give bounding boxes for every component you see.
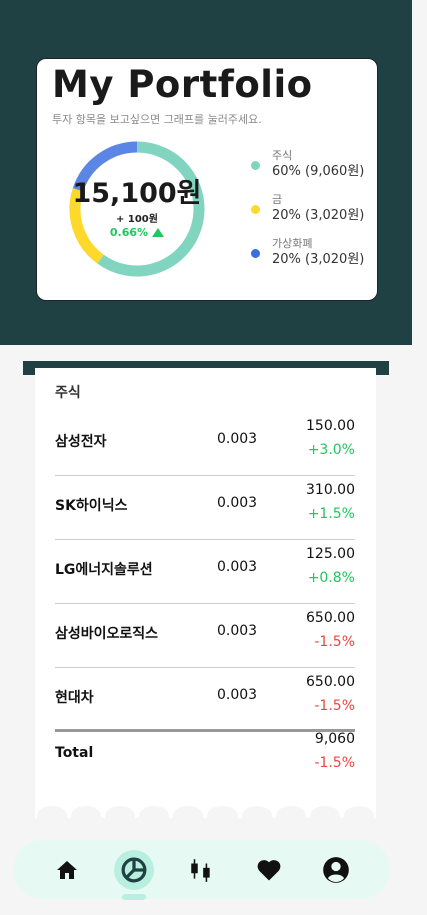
nav-favorites[interactable] [249,850,289,890]
pie-chart-icon [121,857,147,882]
legend-item-gold[interactable]: 금 20% (3,020원) [251,193,364,237]
stock-row[interactable]: 현대차 0.003 650.00 -1.5% [55,668,355,732]
portfolio-card: My Portfolio 투자 항목을 보고싶으면 그래프를 눌러주세요. 15… [36,58,378,301]
total-row: Total 9,060 -1.5% [55,731,355,793]
user-icon [323,856,350,883]
stock-row[interactable]: 삼성바이오로직스 0.003 650.00 -1.5% [55,604,355,668]
stock-price: 650.00 [306,674,355,690]
stock-quantity: 0.003 [217,495,258,511]
stock-quantity: 0.003 [217,559,258,575]
stock-table: 삼성전자 0.003 150.00 +3.0% SK하이닉스 0.003 310.00 +1.… [55,412,355,732]
stock-row[interactable]: LG에너지솔루션 0.003 125.00 +0.8% [55,540,355,604]
stock-change: -1.5% [314,698,355,714]
legend-value: 60% (9,060원) [272,164,365,179]
stock-name: 현대차 [55,690,94,706]
legend-dot [251,249,260,258]
stock-change: -1.5% [314,634,355,650]
total-change: -1.5% [314,755,355,771]
page-subtitle: 투자 항목을 보고싶으면 그래프를 눌러주세요. [52,113,262,126]
stock-quantity: 0.003 [217,431,258,447]
legend-item-stocks[interactable]: 주식 60% (9,060원) [251,149,364,193]
triangle-up-icon [152,228,165,238]
stock-price: 125.00 [306,546,355,562]
legend-dot [251,205,260,214]
stock-list-panel: 주식 삼성전자 0.003 150.00 +3.0% SK하이닉스 0.003 310.00… [35,368,376,818]
stock-price: 150.00 [306,418,355,434]
stock-change: +1.5% [307,506,355,522]
total-value: 9,060 [314,731,355,747]
stock-name: LG에너지솔루션 [55,562,153,578]
stock-row[interactable]: SK하이닉스 0.003 310.00 +1.5% [55,476,355,540]
legend-label: 금 [272,193,283,206]
candlestick-icon [191,858,211,882]
nav-home[interactable] [47,850,87,890]
nav-profile[interactable] [316,850,356,890]
total-label: Total [55,745,94,761]
chart-legend: 주식 60% (9,060원) 금 20% (3,020원) 가상화폐 20% … [251,149,364,281]
stock-name: SK하이닉스 [55,498,128,514]
page-title: My Portfolio [52,63,313,106]
stock-row[interactable]: 삼성전자 0.003 150.00 +3.0% [55,412,355,476]
stock-quantity: 0.003 [217,687,258,703]
donut-center: 15,100원 + 100원 0.66% [67,139,207,279]
stock-price: 650.00 [306,610,355,626]
stock-price: 310.00 [306,482,355,498]
total-amount: 15,100원 [72,177,202,209]
home-icon [56,860,77,879]
stock-change: +0.8% [307,570,355,586]
legend-label: 주식 [272,149,293,162]
stock-name: 삼성바이오로직스 [55,626,159,642]
bottom-nav [13,840,390,899]
nav-active-indicator [122,894,146,900]
legend-label: 가상화폐 [272,237,313,250]
nav-portfolio[interactable] [114,849,155,890]
delta-percent-value: 0.66% [109,226,149,240]
stock-name: 삼성전자 [55,434,107,450]
section-title: 주식 [55,385,81,401]
heart-icon [257,859,281,880]
nav-market[interactable] [181,850,221,890]
delta-amount: + 100원 [116,214,158,226]
panel-scallop-edge [35,806,376,826]
stock-change: +3.0% [307,442,355,458]
legend-value: 20% (3,020원) [272,208,365,223]
legend-dot [251,161,260,170]
legend-value: 20% (3,020원) [272,252,365,267]
stock-quantity: 0.003 [217,623,258,639]
legend-item-crypto[interactable]: 가상화폐 20% (3,020원) [251,237,364,281]
delta-percent: 0.66% [109,226,165,240]
